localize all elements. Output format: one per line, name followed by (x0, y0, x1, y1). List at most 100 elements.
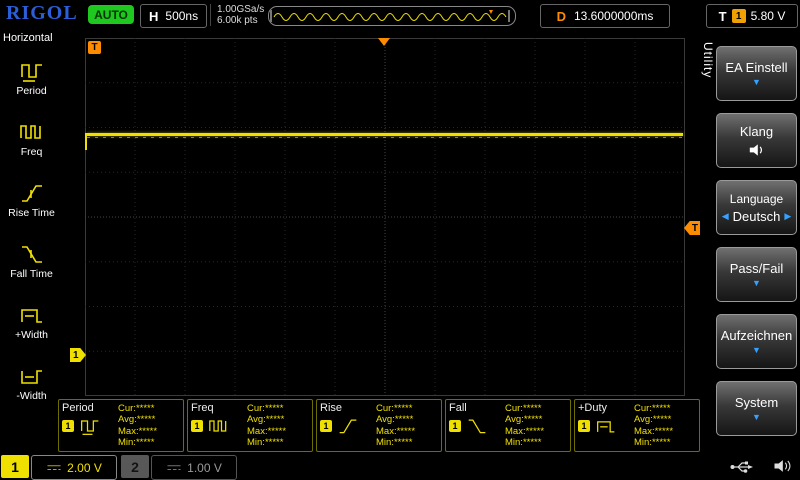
dc-coupling-icon (167, 464, 181, 470)
menu-button-label: System (734, 395, 779, 410)
sidebar-item-label: Rise Time (8, 206, 55, 219)
horizontal-label: H (149, 8, 159, 24)
channel1-trace (87, 133, 683, 136)
oscilloscope-screen: RIGOL AUTO H 500ns 1.00GSa/s 6.00k pts D… (0, 0, 800, 480)
menu-button-aufzeichnen[interactable]: Aufzeichnen ▼ (716, 314, 797, 369)
trigger-corner-flag: T (88, 41, 101, 54)
menu-button-pass-fail[interactable]: Pass/Fail ▼ (716, 247, 797, 302)
channel-badge: 1 (449, 420, 461, 432)
delay-value: 13.6000000ms (573, 9, 654, 23)
chevron-down-icon: ▼ (752, 278, 761, 288)
stat-min: Min:***** (247, 436, 284, 448)
channel1-scale-box[interactable]: 2.00 V (31, 455, 117, 480)
rise-time-icon (339, 419, 357, 434)
measurement-name: Fall (449, 402, 467, 414)
channel2-tab[interactable]: 2 (121, 455, 149, 478)
freq-icon (19, 124, 41, 139)
sample-rate: 1.00GSa/s (217, 4, 265, 15)
measurement-panel-fall[interactable]: Fall 1 Cur:***** Avg:***** Max:***** Min… (445, 399, 571, 452)
measurement-panel-freq[interactable]: Freq 1 Cur:***** Avg:***** Max:***** Min… (187, 399, 313, 452)
menu-title: Utility (701, 42, 715, 79)
stat-min: Min:***** (505, 436, 542, 448)
chevron-right-icon: ▶ (784, 210, 792, 221)
trigger-source-badge: 1 (731, 9, 746, 23)
fall-time-icon (468, 419, 486, 434)
sidebar-item-neg-width[interactable]: -Width (0, 352, 63, 413)
sidebar-item-pos-width[interactable]: +Width (0, 291, 63, 352)
fall-time-icon (21, 245, 42, 263)
menu-button-label: Language (729, 191, 784, 206)
stat-max: Max:***** (505, 425, 545, 437)
freq-icon (209, 420, 227, 432)
channel1-trace-noise (87, 137, 683, 138)
stat-cur: Cur:***** (247, 403, 284, 414)
top-status-bar: RIGOL AUTO H 500ns 1.00GSa/s 6.00k pts D… (0, 0, 800, 30)
menu-button-label: Klang (739, 123, 774, 139)
waveform-preview-strip[interactable] (268, 6, 516, 26)
channel1-scale: 2.00 V (67, 460, 102, 475)
sidebar-title: Horizontal (3, 32, 53, 44)
channel-badge: 1 (191, 420, 203, 432)
usb-icon (730, 461, 753, 473)
sidebar-item-label: Fall Time (10, 267, 53, 280)
sidebar-item-freq[interactable]: Freq (0, 108, 63, 169)
chevron-left-icon: ◀ (721, 210, 729, 221)
menu-button-ea-einstell[interactable]: EA Einstell ▼ (716, 46, 797, 101)
stat-cur: Cur:***** (634, 403, 671, 414)
sidebar-item-fall-time[interactable]: Fall Time (0, 230, 63, 291)
utility-menu: Utility EA Einstell ▼ Klang Language ◀ D… (700, 30, 800, 453)
rise-time-icon (21, 184, 42, 202)
menu-button-system[interactable]: System ▼ (716, 381, 797, 436)
period-icon (81, 420, 99, 435)
chevron-down-icon: ▼ (752, 412, 761, 422)
timebase-value: 500ns (165, 9, 199, 23)
trigger-position-marker[interactable] (378, 38, 390, 46)
sidebar-item-label: +Width (15, 328, 48, 341)
measure-sidebar: Horizontal Period Freq Rise Time Fall Ti… (0, 30, 63, 453)
stat-min: Min:***** (634, 436, 671, 448)
sidebar-item-label: Period (16, 84, 47, 97)
trigger-readout-box: T 1 5.80 V (706, 4, 798, 28)
sidebar-item-rise-time[interactable]: Rise Time (0, 169, 63, 230)
sidebar-item-period[interactable]: Period (0, 47, 63, 108)
stat-cur: Cur:***** (505, 403, 542, 414)
chevron-down-icon: ▼ (752, 345, 761, 355)
menu-button-label: EA Einstell (725, 60, 788, 75)
stat-cur: Cur:***** (118, 403, 155, 414)
memory-depth: 6.00k pts (217, 15, 258, 26)
delay-readout-box: D 13.6000000ms (540, 4, 670, 28)
run-status-badge[interactable]: AUTO (88, 5, 134, 24)
menu-button-label: Aufzeichnen (720, 328, 793, 343)
channel1-trace-edge (85, 133, 87, 150)
channel1-tab[interactable]: 1 (1, 455, 29, 478)
horizontal-timebase-box[interactable]: H 500ns (140, 4, 208, 28)
waveform-display: T 1 T (70, 38, 700, 396)
channel1-level-marker[interactable]: 1 (70, 348, 86, 362)
trigger-level-value: 5.80 V (750, 9, 786, 23)
measurement-panel-pos-duty[interactable]: +Duty 1 Cur:***** Avg:***** Max:***** Mi… (574, 399, 700, 452)
stat-avg: Avg:***** (376, 414, 414, 426)
menu-button-label: Pass/Fail (729, 261, 784, 276)
plus-duty-icon (597, 421, 615, 433)
trigger-label: T (718, 8, 727, 24)
speaker-icon[interactable] (772, 457, 792, 475)
menu-button-klang[interactable]: Klang (716, 113, 797, 168)
preview-sine-icon (270, 10, 510, 22)
stat-avg: Avg:***** (247, 414, 285, 426)
stat-min: Min:***** (118, 436, 155, 448)
measurement-panel-period[interactable]: Period 1 Cur:***** Avg:***** Max:***** M… (58, 399, 184, 452)
dc-coupling-icon (47, 464, 61, 470)
stat-avg: Avg:***** (118, 414, 156, 426)
rigol-logo: RIGOL (6, 2, 78, 24)
measurement-panel-rise[interactable]: Rise 1 Cur:***** Avg:***** Max:***** Min… (316, 399, 442, 452)
sidebar-item-label: Freq (20, 145, 43, 158)
measurement-name: +Duty (578, 402, 608, 414)
channel-badge: 1 (320, 420, 332, 432)
channel2-scale: 1.00 V (187, 460, 222, 475)
trigger-level-marker[interactable]: T (684, 221, 700, 235)
menu-button-language[interactable]: Language ◀ Deutsch ▶ (716, 180, 797, 235)
channel2-scale-box[interactable]: 1.00 V (151, 455, 237, 480)
channel-badge: 1 (62, 420, 74, 432)
stat-max: Max:***** (634, 425, 674, 437)
acquisition-info: 1.00GSa/s 6.00k pts (210, 4, 264, 26)
